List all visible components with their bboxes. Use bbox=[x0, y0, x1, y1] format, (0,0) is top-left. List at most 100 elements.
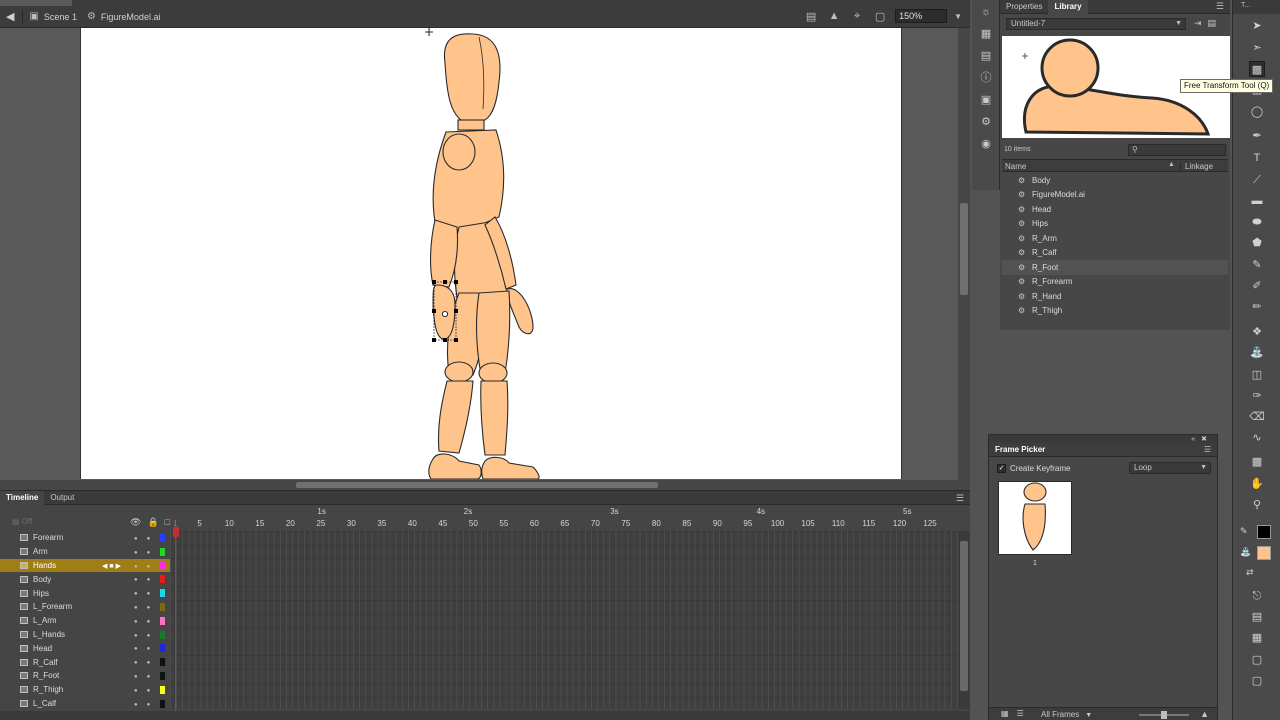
layer-outline-color[interactable] bbox=[160, 561, 165, 570]
pen-tool-icon[interactable]: ✒ bbox=[1249, 128, 1265, 144]
layer-name[interactable]: Arm bbox=[33, 547, 48, 556]
library-item[interactable]: ⚙ R_Calf bbox=[1002, 246, 1228, 261]
stage-horizontal-scrollbar[interactable] bbox=[0, 480, 970, 490]
layer-toggle-dots[interactable]: ●● bbox=[134, 550, 159, 556]
pasteboard[interactable] bbox=[0, 28, 958, 480]
scene-breadcrumb[interactable]: ▣ Scene 1 bbox=[29, 11, 76, 22]
timeline-layer-row[interactable]: L_Forearm ●● bbox=[0, 600, 170, 614]
library-menu-icon[interactable]: ☰ bbox=[1216, 1, 1224, 12]
lasso-tool-icon[interactable]: ◯ bbox=[1249, 104, 1265, 120]
layer-name[interactable]: Body bbox=[33, 575, 51, 584]
layer-outline-color[interactable] bbox=[160, 671, 165, 680]
paint-bucket-tool-icon[interactable]: ⛲ bbox=[1249, 345, 1265, 361]
column-name[interactable]: Name bbox=[1005, 162, 1026, 171]
handle-bottom-center[interactable] bbox=[443, 338, 447, 342]
timeline-layer-row[interactable]: Forearm ●● bbox=[0, 531, 170, 545]
motion-presets-icon[interactable]: ☼ bbox=[972, 2, 1000, 22]
loop-select[interactable]: Loop ▼ bbox=[1129, 462, 1211, 474]
layer-edit-icons[interactable]: ◀■▶ bbox=[102, 562, 123, 570]
layer-outline-color[interactable] bbox=[160, 699, 165, 708]
column-linkage[interactable]: Linkage bbox=[1180, 162, 1213, 171]
library-item[interactable]: ⚙ Head bbox=[1002, 202, 1228, 217]
width-tool-icon[interactable]: ∿ bbox=[1249, 430, 1265, 446]
library-document-select[interactable]: Untitled-7 ▼ bbox=[1006, 18, 1186, 30]
layer-name[interactable]: Forearm bbox=[33, 533, 63, 542]
layer-toggle-dots[interactable]: ●● bbox=[134, 633, 159, 639]
tab-properties[interactable]: Properties bbox=[1000, 0, 1048, 14]
handle-middle-left[interactable] bbox=[432, 309, 436, 313]
edit-scene-icon[interactable]: ▤ bbox=[803, 10, 819, 23]
timeline-layer-row[interactable]: Hips ●● bbox=[0, 586, 170, 600]
align-icon[interactable]: ▤ bbox=[972, 46, 1000, 66]
straighten-icon[interactable]: ▦ bbox=[1249, 630, 1265, 646]
timeline-menu-icon[interactable]: ☰ bbox=[956, 493, 964, 504]
edit-symbols-icon[interactable]: ▲ bbox=[826, 10, 842, 22]
layer-outline-color[interactable] bbox=[160, 534, 165, 542]
timeline-layer-row[interactable]: Body ●● bbox=[0, 572, 170, 586]
handle-top-center[interactable] bbox=[443, 280, 447, 284]
right-knee-shape[interactable] bbox=[478, 362, 508, 384]
layer-name[interactable]: R_Thigh bbox=[33, 685, 63, 694]
fill-color-swatch[interactable] bbox=[1257, 546, 1271, 560]
options-icon-2[interactable]: ▢ bbox=[1249, 673, 1265, 689]
figure-model[interactable] bbox=[425, 28, 540, 479]
left-foot-shape[interactable] bbox=[428, 453, 482, 479]
layer-toggle-dots[interactable]: ●● bbox=[134, 702, 159, 708]
layer-toggle-dots[interactable]: ●● bbox=[134, 674, 159, 680]
polystar-tool-icon[interactable]: ⬟ bbox=[1249, 235, 1265, 251]
timeline-layer-row[interactable]: Hands ●● ◀■▶ bbox=[0, 558, 170, 573]
back-arrow-icon[interactable]: ◀ bbox=[6, 10, 14, 23]
layer-outline-color[interactable] bbox=[160, 644, 165, 653]
cc-libraries-icon[interactable]: ◉ bbox=[972, 134, 1000, 154]
frame-picker-titlebar[interactable] bbox=[989, 435, 1217, 443]
tab-timeline[interactable]: Timeline bbox=[0, 490, 45, 505]
create-keyframe-checkbox[interactable]: ✓ bbox=[997, 464, 1006, 473]
transform-pivot-point[interactable] bbox=[441, 310, 448, 317]
layer-name[interactable]: R_Foot bbox=[33, 671, 59, 680]
tab-library[interactable]: Library bbox=[1048, 0, 1088, 14]
zoom-dropdown-icon[interactable]: ▼ bbox=[954, 12, 962, 21]
layer-toggle-dots[interactable]: ●● bbox=[134, 688, 159, 694]
left-knee-shape[interactable] bbox=[444, 361, 474, 383]
timeline-layer-row[interactable]: R_Thigh ●● bbox=[0, 683, 170, 697]
symbol-breadcrumb[interactable]: ⚙ FigureModel.ai bbox=[87, 11, 161, 22]
close-icon[interactable]: ✖ bbox=[1201, 436, 1213, 443]
handle-bottom-right[interactable] bbox=[454, 338, 458, 342]
swap-colors-icon[interactable]: ⇄ bbox=[1246, 567, 1254, 578]
library-item[interactable]: ⚙ R_Arm bbox=[1002, 231, 1228, 246]
camera-tool-icon[interactable]: ▩ bbox=[1249, 454, 1265, 470]
library-item[interactable]: ⚙ Body bbox=[1002, 173, 1228, 188]
layer-outline-color[interactable] bbox=[160, 685, 165, 694]
layer-name[interactable]: L_Calf bbox=[33, 699, 56, 708]
layer-outline-color[interactable] bbox=[160, 589, 165, 598]
eyedropper-tool-icon[interactable]: ✑ bbox=[1249, 388, 1265, 404]
playhead[interactable] bbox=[173, 527, 179, 711]
handle-top-right[interactable] bbox=[454, 280, 458, 284]
layer-toggle-dots[interactable]: ●● bbox=[134, 646, 159, 652]
timeline-layer-row[interactable]: R_Calf ●● bbox=[0, 655, 170, 669]
snap-to-objects-icon[interactable]: ⎋ bbox=[1249, 588, 1265, 604]
free-transform-tool-icon[interactable]: ▩ bbox=[1249, 61, 1265, 77]
layer-outline-color[interactable] bbox=[160, 630, 165, 639]
layer-toggle-dots[interactable]: ●● bbox=[134, 577, 159, 583]
layer-toggle-dots[interactable]: ●● bbox=[134, 536, 159, 542]
stroke-color-swatch[interactable] bbox=[1257, 525, 1271, 539]
brush-tool-icon[interactable]: ✏ bbox=[1249, 299, 1265, 315]
transform-icon[interactable]: ▣ bbox=[972, 90, 1000, 110]
zoom-input[interactable]: 150% bbox=[895, 9, 948, 23]
swatches-icon[interactable]: ▦ bbox=[972, 24, 1000, 44]
library-item[interactable]: ⚙ FigureModel.ai bbox=[1002, 188, 1228, 203]
eraser-tool-icon[interactable]: ⌫ bbox=[1249, 409, 1265, 425]
rectangle-tool-icon[interactable]: ▬ bbox=[1249, 193, 1265, 209]
layer-name[interactable]: Head bbox=[33, 644, 52, 653]
timeline-layer-row[interactable]: L_Hands ●● bbox=[0, 628, 170, 642]
layer-toggle-dots[interactable]: ●● bbox=[134, 564, 159, 570]
library-search-input[interactable]: ⚲ bbox=[1128, 144, 1226, 156]
layer-toggle-dots[interactable]: ●● bbox=[134, 660, 159, 666]
layer-name[interactable]: Hands bbox=[33, 561, 56, 570]
stage-hscroll-thumb[interactable] bbox=[296, 482, 658, 488]
oval-tool-icon[interactable]: ⬬ bbox=[1249, 214, 1265, 230]
stage-canvas[interactable] bbox=[80, 28, 902, 479]
clip-stage-icon[interactable]: ▢ bbox=[872, 10, 888, 23]
timeline-vscroll-thumb[interactable] bbox=[960, 541, 968, 691]
